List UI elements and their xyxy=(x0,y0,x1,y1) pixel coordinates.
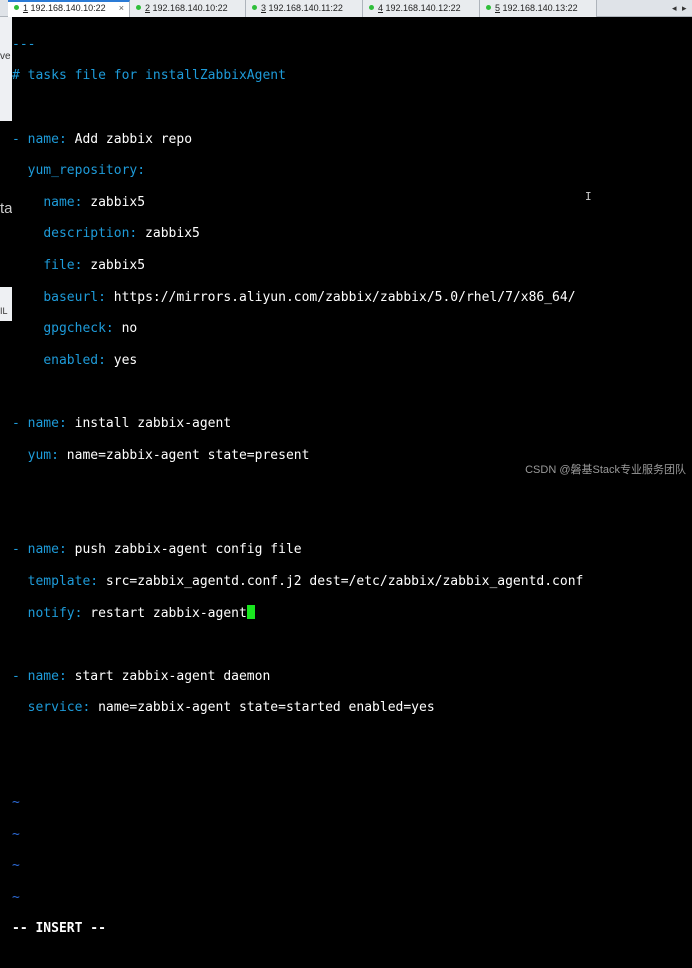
connected-status-icon xyxy=(486,5,491,10)
text-cursor xyxy=(246,605,255,620)
tab-label: 192.168.140.10:22 xyxy=(30,3,106,13)
editor-line: - name: install zabbix-agent xyxy=(12,416,692,432)
editor-line: - name: push zabbix-agent config file xyxy=(12,542,692,558)
background-window-edge: ve ta IL xyxy=(0,17,13,484)
tab-number: 3 xyxy=(261,3,267,13)
tab-session-4[interactable]: 4 192.168.140.12:22 xyxy=(363,0,480,17)
editor-line: template: src=zabbix_agentd.conf.j2 dest… xyxy=(12,574,692,590)
text-ibeam-cursor-icon: I xyxy=(585,190,592,203)
yaml-key: name: xyxy=(27,131,67,147)
editor-line: ~ xyxy=(12,795,692,811)
empty-line-tilde: ~ xyxy=(12,889,20,905)
yaml-comment: # tasks file for installZabbixAgent xyxy=(12,68,286,84)
editor-line: notify: restart zabbix-agent xyxy=(12,605,692,621)
tab-session-3[interactable]: 3 192.168.140.11:22 xyxy=(246,0,363,17)
editor-line: ~ xyxy=(12,890,692,906)
editor-line: ~ xyxy=(12,827,692,843)
close-icon[interactable]: × xyxy=(119,2,124,15)
yaml-value: restart zabbix-agent xyxy=(82,606,247,622)
yaml-value: https://mirrors.aliyun.com/zabbix/zabbix… xyxy=(105,289,576,305)
list-dash: - xyxy=(12,131,28,147)
yaml-key: gpgcheck: xyxy=(43,321,114,337)
tab-number: 4 xyxy=(378,3,384,13)
editor-line: # tasks file for installZabbixAgent xyxy=(12,68,692,84)
editor-line: ~ xyxy=(12,858,692,874)
yaml-key: description: xyxy=(43,226,138,242)
tab-label: 192.168.140.10:22 xyxy=(152,3,228,13)
tab-label: 192.168.140.13:22 xyxy=(502,3,578,13)
tab-number: 2 xyxy=(145,3,151,13)
tab-scroll-left-icon[interactable]: ◂ xyxy=(672,0,677,17)
yaml-key: notify: xyxy=(27,606,83,622)
connected-status-icon xyxy=(252,5,257,10)
yaml-value: no xyxy=(113,321,138,337)
editor-line: --- xyxy=(12,37,692,53)
yaml-key: file: xyxy=(43,257,83,273)
window-edge-panel xyxy=(0,17,12,121)
window-edge-text: IL xyxy=(0,306,8,316)
editor-line: baseurl: https://mirrors.aliyun.com/zabb… xyxy=(12,290,692,306)
yaml-value: zabbix5 xyxy=(82,194,146,210)
yaml-key: name: xyxy=(43,194,83,210)
watermark: CSDN @磐基Stack专业服务团队 xyxy=(525,464,686,476)
session-tab-bar: 1 192.168.140.10:22 × 2 192.168.140.10:2… xyxy=(0,0,692,17)
tab-label: 192.168.140.12:22 xyxy=(385,3,461,13)
yaml-key: template: xyxy=(27,573,99,589)
empty-line-tilde: ~ xyxy=(12,858,20,874)
tab-scroll-right-icon[interactable]: ▸ xyxy=(682,0,687,17)
connected-status-icon xyxy=(369,5,374,10)
tab-session-5[interactable]: 5 192.168.140.13:22 xyxy=(480,0,597,17)
yaml-key: service: xyxy=(27,700,91,716)
tab-number: 1 xyxy=(23,3,29,13)
insert-mode-indicator: -- INSERT -- xyxy=(12,921,106,937)
yaml-value: name=zabbix-agent state=present xyxy=(58,447,310,463)
list-dash: - xyxy=(12,415,28,431)
yaml-key: yum: xyxy=(27,447,59,463)
yaml-key: baseurl: xyxy=(43,289,106,305)
editor-line: description: zabbix5 xyxy=(12,226,692,242)
terminal-editor[interactable]: --- # tasks file for installZabbixAgent … xyxy=(12,17,692,936)
yaml-key: name: xyxy=(27,542,67,558)
list-dash: - xyxy=(12,542,28,558)
editor-status-line: -- INSERT -- xyxy=(12,921,692,937)
editor-line: file: zabbix5 xyxy=(12,258,692,274)
editor-line: - name: start zabbix-agent daemon xyxy=(12,669,692,685)
window-edge-text: ve xyxy=(0,51,11,62)
yaml-value: src=zabbix_agentd.conf.j2 dest=/etc/zabb… xyxy=(98,573,584,589)
yaml-value: yes xyxy=(105,352,138,368)
editor-line: service: name=zabbix-agent state=started… xyxy=(12,700,692,716)
yaml-value: Add zabbix repo xyxy=(66,131,193,147)
list-dash: - xyxy=(12,668,28,684)
yaml-key: yum_repository: xyxy=(27,163,146,179)
editor-line: gpgcheck: no xyxy=(12,321,692,337)
yaml-value: name=zabbix-agent state=started enabled=… xyxy=(90,700,435,716)
empty-line-tilde: ~ xyxy=(12,795,20,811)
yaml-value: start zabbix-agent daemon xyxy=(66,668,271,684)
yaml-value: zabbix5 xyxy=(137,226,200,242)
editor-line: enabled: yes xyxy=(12,353,692,369)
editor-line: - name: Add zabbix repo xyxy=(12,132,692,148)
tab-session-2[interactable]: 2 192.168.140.10:22 xyxy=(130,0,246,17)
yaml-value: zabbix5 xyxy=(82,257,146,273)
connected-status-icon xyxy=(14,5,19,10)
tab-number: 5 xyxy=(495,3,501,13)
tab-label: 192.168.140.11:22 xyxy=(268,3,343,13)
empty-line-tilde: ~ xyxy=(12,826,20,842)
connected-status-icon xyxy=(136,5,141,10)
yaml-separator: --- xyxy=(12,36,36,52)
tab-session-1[interactable]: 1 192.168.140.10:22 × xyxy=(8,0,130,17)
yaml-key: enabled: xyxy=(43,352,106,368)
yaml-key: name: xyxy=(27,415,67,431)
yaml-key: name: xyxy=(27,668,67,684)
window-edge-text: ta xyxy=(0,200,13,217)
editor-line: yum_repository: xyxy=(12,163,692,179)
yaml-value: install zabbix-agent xyxy=(66,415,232,431)
yaml-value: push zabbix-agent config file xyxy=(66,542,302,558)
